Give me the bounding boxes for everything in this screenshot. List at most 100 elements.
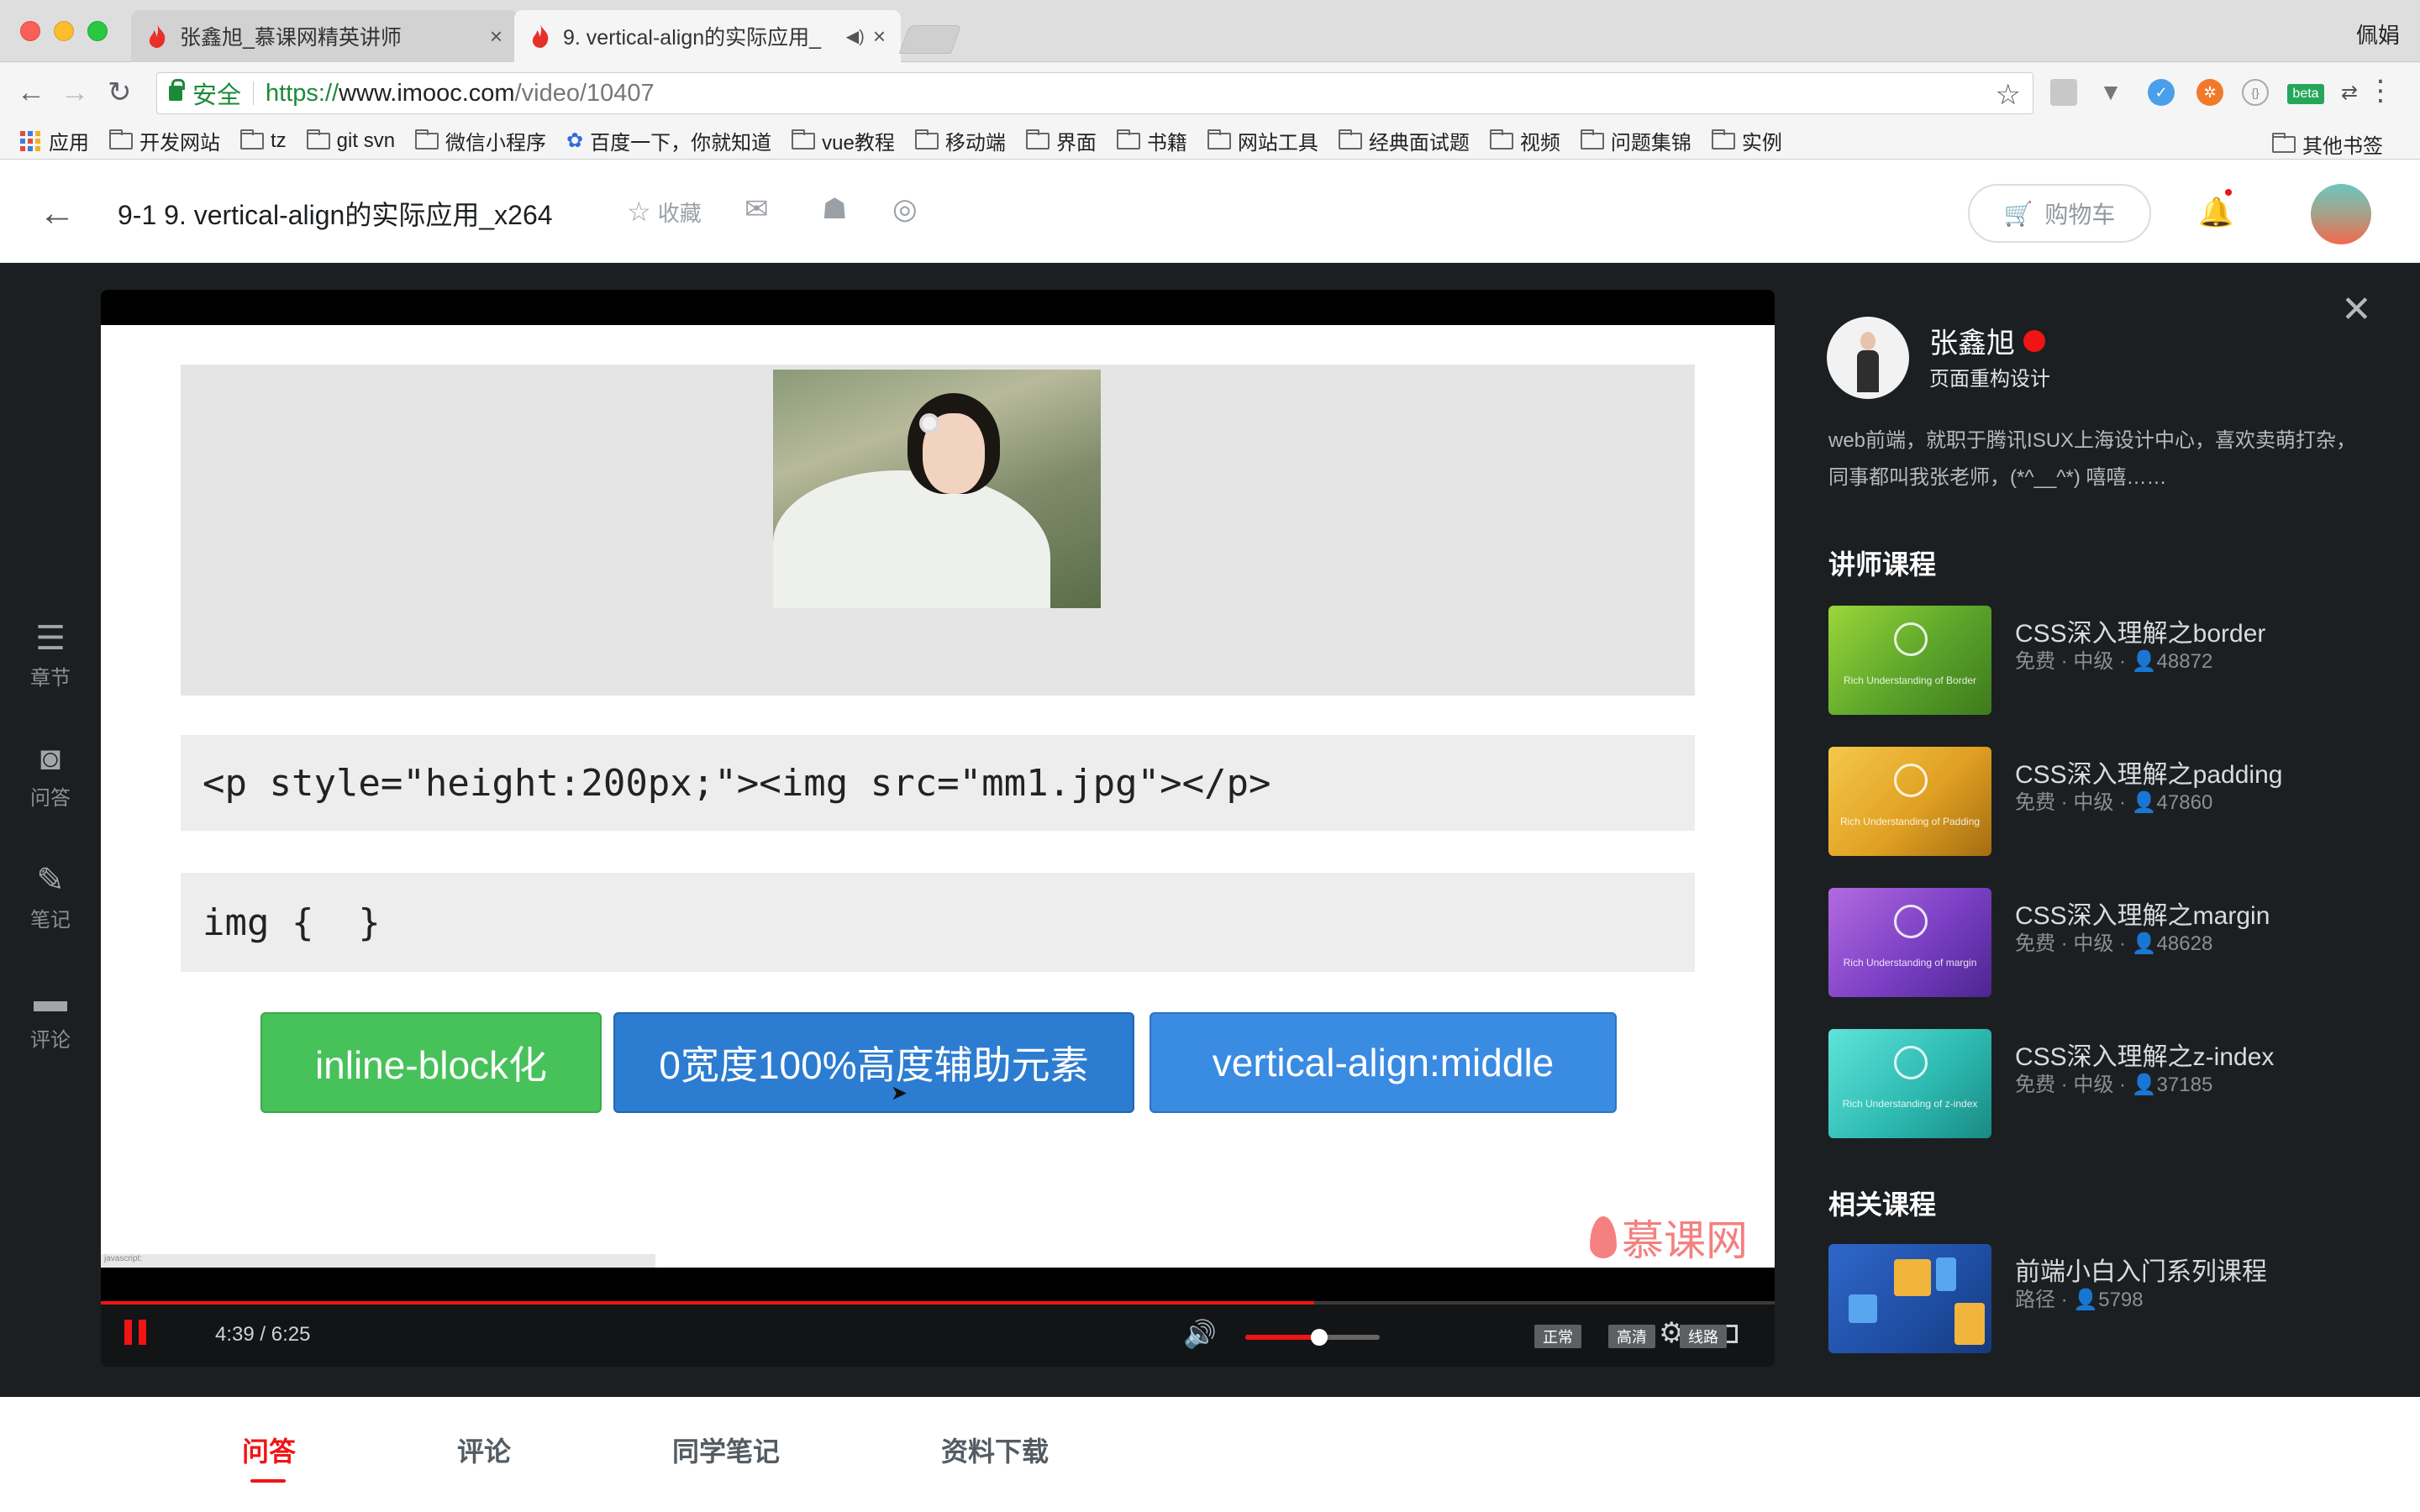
related-course-card[interactable]: 前端小白入门系列课程 路径 · 👤5798 [1828, 1244, 2375, 1353]
profile-name[interactable]: 佩娟 [2356, 18, 2400, 50]
folder-icon [1711, 129, 1735, 150]
folder-icon [914, 129, 939, 150]
section-title-teacher-courses: 讲师课程 [1828, 549, 1937, 580]
course-meta: 路径 · 👤5798 [2015, 1289, 2144, 1311]
bookmark-folder[interactable]: 视频 [1489, 126, 1560, 155]
teacher-name[interactable]: 张鑫旭 [1929, 320, 2045, 361]
bookmark-folder[interactable]: tz [240, 129, 287, 153]
cart-button[interactable]: 🛒 购物车 [1968, 184, 2151, 243]
folder-icon [792, 129, 816, 150]
reload-icon[interactable]: ↻ [108, 77, 132, 108]
bookmark-folder[interactable]: 网站工具 [1207, 126, 1318, 155]
back-arrow-icon[interactable]: ← [39, 192, 76, 234]
extension-v-icon[interactable]: ▼ [2097, 79, 2124, 106]
pause-icon[interactable] [124, 1320, 148, 1345]
side-nav-notes[interactable]: ✎ 笔记 [0, 861, 101, 932]
bookmark-apps[interactable]: 应用 [20, 126, 89, 155]
bookmark-folder[interactable]: vue教程 [792, 126, 895, 155]
window-close-button[interactable] [20, 21, 40, 41]
extension-check-icon[interactable]: ✓ [2148, 79, 2175, 106]
bookmarks-bar: 应用 开发网站 tz git svn 微信小程序 ✿ 百度一下，你就知道 vue教… [0, 123, 2420, 160]
browser-menu-icon[interactable]: ⋮ [2366, 74, 2395, 108]
lock-icon [169, 79, 185, 101]
extension-beta-icon[interactable]: beta [2287, 84, 2324, 104]
speed-normal-button[interactable]: 正常 [1534, 1325, 1581, 1348]
course-card[interactable]: Rich Understanding of margin CSS深入理解之mar… [1828, 888, 2375, 997]
browser-tab-strip: 张鑫旭_慕课网精英讲师 × 9. vertical-align的实际应用_ ◀)… [0, 0, 2420, 62]
volume-slider[interactable] [1245, 1329, 1380, 1346]
close-panel-icon[interactable]: ✕ [2341, 288, 2372, 331]
side-nav-comments[interactable]: ▬ 评论 [0, 982, 101, 1053]
tab-close-icon[interactable]: × [873, 24, 886, 50]
volume-knob[interactable] [1311, 1329, 1328, 1346]
bookmark-folder[interactable]: 问题集锦 [1580, 126, 1691, 155]
apps-grid-icon [20, 130, 40, 151]
bookmark-other[interactable]: 其他书签 [2272, 129, 2383, 159]
site-header: ← 9-1 9. vertical-align的实际应用_x264 ☆ 收藏 ✉… [0, 160, 2420, 263]
tab-comments[interactable]: 评论 [457, 1431, 511, 1469]
tab-close-icon[interactable]: × [490, 24, 502, 50]
extension-orange-icon[interactable]: ✲ [2196, 79, 2223, 106]
bookmark-label: 经典面试题 [1368, 132, 1470, 155]
forward-icon[interactable]: → [60, 77, 89, 108]
quality-hd-button[interactable]: 高清 [1608, 1325, 1655, 1348]
url-scheme: https:// [266, 79, 339, 107]
extension-doc-icon[interactable] [2050, 79, 2077, 106]
back-icon[interactable]: ← [17, 77, 45, 108]
window-minimize-button[interactable] [54, 21, 74, 41]
bookmark-folder[interactable]: 界面 [1025, 126, 1097, 155]
side-nav-chapters[interactable]: ☰ 章节 [0, 619, 101, 690]
side-nav-label: 章节 [30, 667, 71, 690]
bell-icon[interactable]: 🔔 [2198, 196, 2233, 229]
course-card[interactable]: Rich Understanding of Padding CSS深入理解之pa… [1828, 747, 2375, 856]
bookmark-folder[interactable]: 微信小程序 [415, 126, 546, 155]
course-card[interactable]: Rich Understanding of Border CSS深入理解之bor… [1828, 606, 2375, 715]
extension-translate-icon[interactable]: ⇄ [2336, 79, 2363, 106]
tab-audio-icon[interactable]: ◀) [846, 26, 865, 47]
extension-brackets-icon[interactable]: {} [2242, 79, 2269, 106]
bookmark-folder[interactable]: 书籍 [1116, 126, 1187, 155]
course-thumbnail: Rich Understanding of margin [1828, 888, 1991, 997]
bookmark-folder[interactable]: 移动端 [914, 126, 1006, 155]
bookmark-label: tz [271, 129, 287, 152]
qq-share-icon[interactable]: ☗ [822, 192, 847, 226]
time-display: 4:39 / 6:25 [215, 1323, 311, 1346]
course-meta: 免费 · 中级 · 👤47860 [2015, 791, 2213, 814]
browser-tab-video[interactable]: 9. vertical-align的实际应用_ ◀) × [514, 10, 901, 62]
teacher-avatar[interactable] [1827, 317, 1909, 399]
side-nav-qa[interactable]: ◙ 问答 [0, 740, 101, 811]
bookmark-baidu[interactable]: ✿ 百度一下，你就知道 [566, 126, 771, 155]
video-player[interactable]: <p style="height:200px;"><img src="mm1.j… [101, 290, 1775, 1367]
browser-tab-teacher[interactable]: 张鑫旭_慕课网精英讲师 × [131, 10, 518, 62]
imooc-watermark: 慕课网 [1590, 1207, 1748, 1268]
user-avatar[interactable] [2311, 184, 2371, 244]
address-bar[interactable]: 安全 https://www.imooc.com/video/10407 ☆ [156, 72, 2033, 114]
window-maximize-button[interactable] [87, 21, 108, 41]
tab-downloads[interactable]: 资料下载 [941, 1431, 1049, 1469]
bookmark-folder[interactable]: 实例 [1711, 126, 1782, 155]
side-nav-label: 评论 [30, 1029, 71, 1052]
collect-button[interactable]: ☆ 收藏 [627, 196, 702, 228]
tab-qa[interactable]: 问答 [242, 1431, 296, 1469]
course-card[interactable]: Rich Understanding of z-index CSS深入理解之z-… [1828, 1029, 2375, 1138]
bookmark-label: 百度一下，你就知道 [590, 132, 772, 155]
bookmark-folder[interactable]: 开发网站 [109, 126, 220, 155]
tab-notes[interactable]: 同学笔记 [672, 1431, 780, 1469]
weibo-share-icon[interactable]: ◎ [892, 192, 918, 226]
bookmark-star-icon[interactable]: ☆ [1996, 78, 2021, 112]
side-nav-label: 问答 [30, 787, 71, 810]
demo-container [181, 365, 1695, 696]
side-nav: ☰ 章节 ◙ 问答 ✎ 笔记 ▬ 评论 [0, 263, 101, 1397]
side-nav-label: 笔记 [30, 909, 71, 932]
volume-fill [1245, 1335, 1319, 1340]
bookmark-folder[interactable]: 经典面试题 [1338, 126, 1470, 155]
bookmark-folder[interactable]: git svn [306, 129, 395, 153]
new-tab-button[interactable] [898, 25, 962, 54]
folder-icon [306, 129, 330, 150]
folder-icon [415, 129, 439, 150]
user-icon: 👤 [2131, 1074, 2157, 1096]
volume-icon[interactable]: 🔊 [1183, 1318, 1217, 1350]
user-icon: 👤 [2073, 1289, 2099, 1311]
wechat-share-icon[interactable]: ✉ [744, 192, 769, 226]
route-button[interactable]: 线路 [1680, 1325, 1727, 1348]
